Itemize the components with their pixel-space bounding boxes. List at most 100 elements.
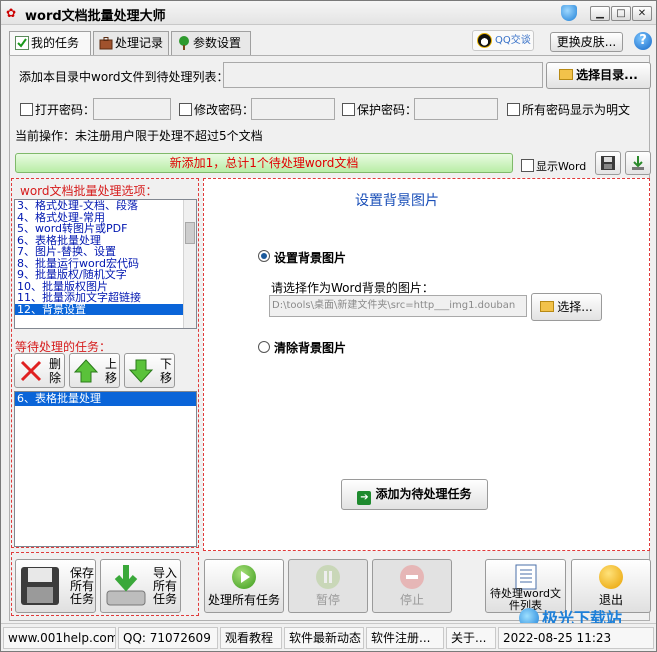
set-background-label: 设置背景图片 [274, 251, 347, 265]
tab-label: 参数设置 [193, 36, 242, 50]
move-down-button[interactable]: 下移 [124, 353, 175, 388]
open-password-label: 打开密码： [35, 103, 96, 117]
skin-gem-icon[interactable] [561, 5, 577, 21]
status-news-link[interactable]: 软件最新动态 [284, 627, 364, 649]
pause-icon [316, 565, 340, 589]
app-window: ✿ word文档批量处理大师 ▁ □ ✕ 我的任务 处理记录 参数设置 QQ交谈… [0, 0, 657, 652]
stop-label: 停止 [399, 593, 424, 607]
show-word-checkbox[interactable] [521, 159, 534, 172]
status-datetime: 2022-08-25 11:23 [498, 627, 654, 649]
status-qq: QQ: 71072609 [118, 627, 218, 649]
briefcase-icon [99, 35, 113, 50]
delete-button-label: 删除 [49, 357, 62, 385]
show-plain-checkbox[interactable] [507, 103, 520, 116]
open-password-input[interactable] [93, 98, 171, 120]
app-logo-icon: ✿ [6, 6, 17, 20]
show-plain-label: 所有密码显示为明文 [522, 103, 631, 117]
choose-image-prompt: 请选择作为Word背景的图片： [271, 281, 434, 295]
protect-password-label: 保护密码： [357, 103, 418, 117]
save-all-tasks-button[interactable]: 保存所有任务 [15, 559, 96, 613]
move-up-button[interactable]: 上移 [69, 353, 120, 388]
save-all-label: 保存所有任务 [69, 566, 94, 606]
play-icon [232, 565, 256, 589]
edit-password-label: 修改密码： [194, 103, 255, 117]
floppy-disk-icon [21, 567, 59, 605]
folder-icon [559, 69, 574, 80]
pending-listbox[interactable]: 6、表格批量处理 [14, 391, 197, 547]
options-listbox[interactable]: 3、格式处理-文档、段落 4、格式处理-常用 5、word转图片或PDF 6、表… [14, 199, 197, 329]
download-arrow-icon[interactable] [625, 151, 651, 175]
import-all-label: 导入所有任务 [152, 566, 177, 606]
list-item[interactable]: 9、批量版权/随机文字 [15, 269, 196, 281]
status-website[interactable]: www.001help.com [3, 627, 116, 649]
stop-button[interactable]: 停止 [372, 559, 452, 613]
help-icon[interactable]: ? [634, 32, 652, 50]
minimize-button[interactable]: ▁ [590, 6, 610, 21]
list-item-selected[interactable]: 6、表格批量处理 [15, 392, 196, 406]
list-item[interactable]: 3、格式处理-文档、段落 [15, 200, 196, 212]
close-button[interactable]: ✕ [632, 6, 652, 21]
choose-image-label: 选择... [557, 300, 593, 314]
tab-settings[interactable]: 参数设置 [171, 31, 251, 55]
list-item[interactable]: 7、图片-替换、设置 [15, 246, 196, 258]
arrow-down-icon [128, 359, 154, 383]
open-password-checkbox[interactable] [20, 103, 33, 116]
status-bar: www.001help.com QQ: 71072609 观看教程 软件最新动态… [1, 623, 656, 651]
add-task-button[interactable]: ➔ 添加为待处理任务 [341, 479, 488, 510]
protect-password-checkbox[interactable] [342, 103, 355, 116]
qq-chat-badge[interactable]: QQ交谈 [472, 30, 534, 51]
status-register-link[interactable]: 软件注册... [366, 627, 444, 649]
choose-image-button[interactable]: 选择... [531, 293, 602, 321]
change-skin-button[interactable]: 更换皮肤... [550, 32, 623, 52]
import-drive-icon [106, 565, 146, 606]
options-scrollbar[interactable] [183, 200, 196, 328]
edit-password-checkbox[interactable] [179, 103, 192, 116]
protect-password-input[interactable] [414, 98, 498, 120]
set-background-radio[interactable] [258, 250, 270, 262]
stop-icon [400, 565, 424, 589]
arrow-up-icon [73, 359, 99, 383]
pause-label: 暂停 [315, 593, 340, 607]
edit-password-input[interactable] [251, 98, 335, 120]
image-path-input[interactable]: D:\tools\桌面\新建文件夹\src=http___img1.douban [269, 295, 527, 317]
status-tutorial-link[interactable]: 观看教程 [220, 627, 282, 649]
check-icon [15, 35, 29, 50]
tree-icon [177, 35, 191, 50]
settings-title: 设置背景图片 [355, 193, 439, 209]
tab-history[interactable]: 处理记录 [93, 31, 169, 55]
exit-running-man-icon [599, 565, 623, 589]
tab-my-tasks[interactable]: 我的任务 [9, 31, 91, 56]
import-all-tasks-button[interactable]: 导入所有任务 [100, 559, 181, 613]
current-operation-label: 当前操作：未注册用户限于处理不超过5个文档 [15, 129, 263, 143]
scrollbar-thumb[interactable] [185, 222, 195, 244]
qq-chat-label: QQ交谈 [495, 35, 531, 46]
pause-button[interactable]: 暂停 [288, 559, 368, 613]
list-item-selected[interactable]: 12、背景设置 [15, 303, 196, 315]
select-directory-label: 选择目录... [576, 68, 638, 82]
maximize-button[interactable]: □ [611, 6, 631, 21]
status-about-link[interactable]: 关于... [446, 627, 496, 649]
window-title: word文档批量处理大师 [25, 9, 166, 24]
list-item[interactable]: 11、批量添加文字超链接 [15, 292, 196, 304]
options-list-header: word文档批量处理选项： [20, 184, 158, 198]
show-word-label: 显示Word [536, 160, 587, 173]
add-dir-label: 添加本目录中word文件到待处理列表： [19, 70, 229, 84]
folder-icon [540, 301, 555, 312]
title-bar[interactable]: ✿ word文档批量处理大师 ▁ □ ✕ [1, 1, 656, 25]
clear-background-radio[interactable] [258, 341, 270, 353]
select-directory-button[interactable]: 选择目录... [546, 62, 651, 89]
delete-button[interactable]: 删除 [14, 353, 65, 388]
move-down-label: 下移 [160, 357, 173, 385]
directory-input[interactable] [223, 62, 543, 88]
list-item[interactable]: 5、word转图片或PDF [15, 223, 196, 235]
save-icon[interactable] [595, 151, 621, 175]
add-task-label: 添加为待处理任务 [375, 487, 472, 501]
progress-bar: 新添加1，总计1个待处理word文档 [15, 153, 513, 173]
penguin-icon [477, 33, 492, 48]
process-all-button[interactable]: 处理所有任务 [204, 559, 284, 613]
move-up-label: 上移 [105, 357, 118, 385]
process-all-label: 处理所有任务 [207, 593, 280, 607]
delete-x-icon [20, 360, 42, 382]
clear-background-label: 清除背景图片 [274, 341, 347, 355]
tab-label: 处理记录 [115, 36, 164, 50]
